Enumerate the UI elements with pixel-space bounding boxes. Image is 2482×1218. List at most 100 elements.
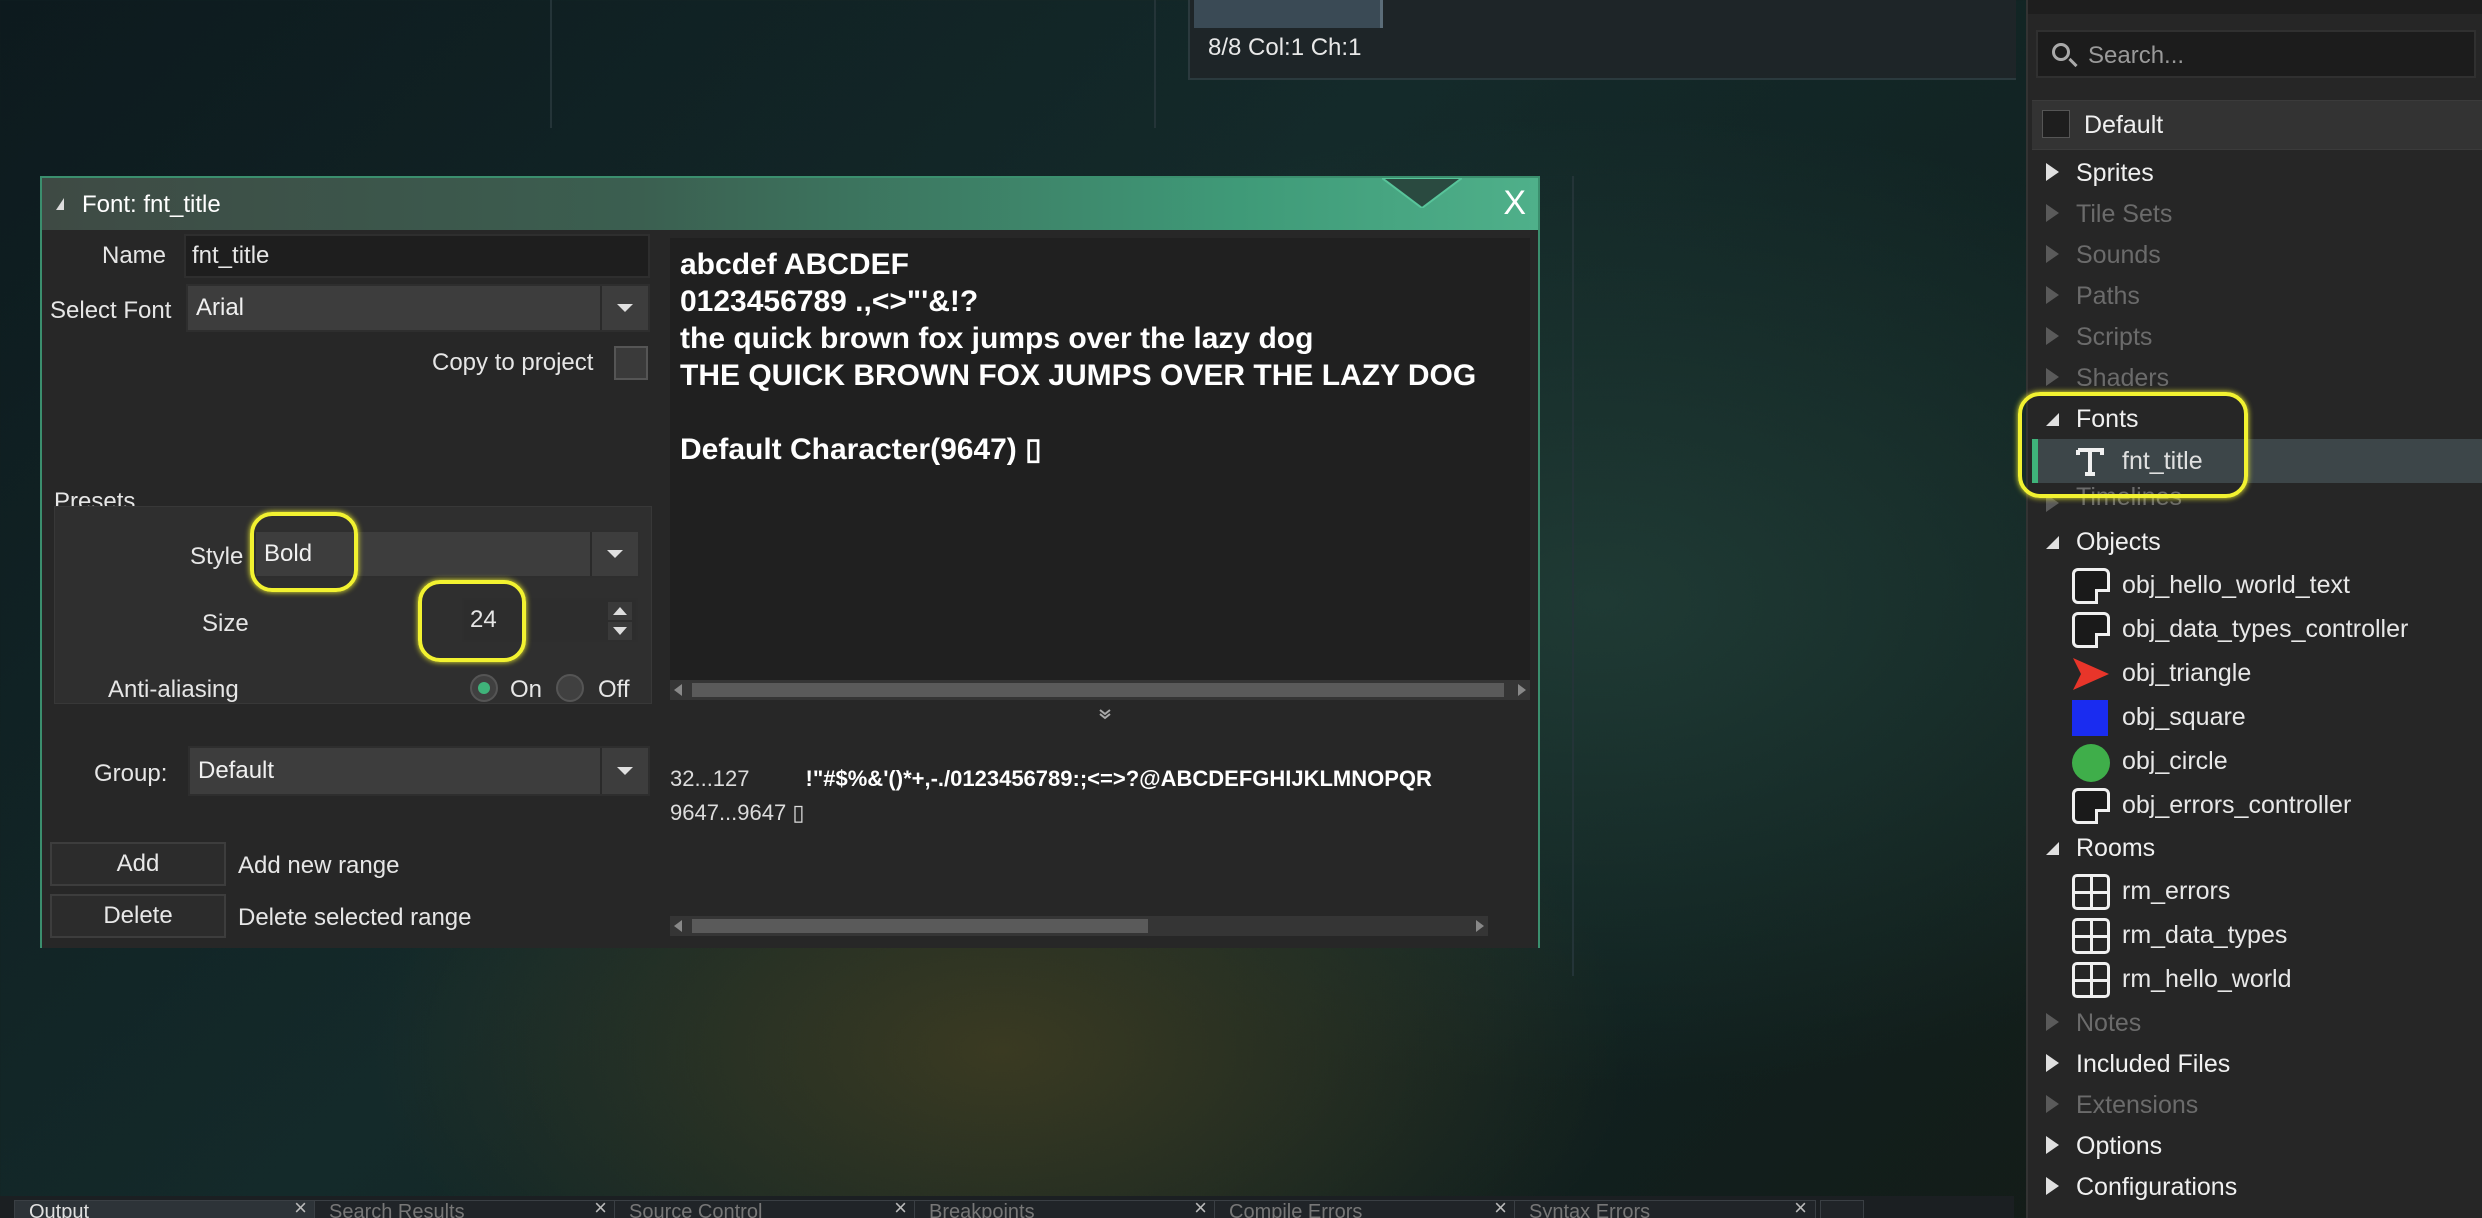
expand-icon[interactable] [2046, 163, 2059, 181]
close-icon[interactable]: × [1494, 1201, 1507, 1218]
add-range-button[interactable]: Add [50, 842, 226, 886]
group-label: Group: [94, 760, 168, 787]
tree-item-object[interactable]: obj_circle [2032, 739, 2482, 783]
scroll-thumb[interactable] [692, 919, 1148, 933]
range-list: 32...127 !"#$%&'()*+,-./0123456789:;<=>?… [670, 762, 1432, 830]
tab-search-results[interactable]: Search Results × [314, 1200, 616, 1218]
antialias-off-label: Off [598, 676, 630, 703]
tree-item-object[interactable]: obj_data_types_controller [2032, 607, 2482, 651]
config-selector[interactable]: Default [2032, 100, 2482, 150]
select-font-label: Select Font [50, 297, 172, 324]
tab-breakpoints[interactable]: Breakpoints × [914, 1200, 1216, 1218]
range-row[interactable]: 32...127 !"#$%&'()*+,-./0123456789:;<=>?… [670, 762, 1432, 796]
tab-label: Breakpoints [929, 1201, 1035, 1218]
tree-group-objects[interactable]: Objects [2032, 521, 2482, 561]
delete-range-button[interactable]: Delete [50, 894, 226, 938]
preview-line: the quick brown fox jumps over the lazy … [680, 322, 1314, 355]
scroll-thumb[interactable] [692, 683, 1504, 697]
tree-item-room[interactable]: rm_data_types [2032, 913, 2482, 957]
tab-label: Syntax Errors [1529, 1201, 1651, 1218]
tree-group-scripts[interactable]: Scripts [2032, 316, 2482, 356]
collapse-icon[interactable] [2046, 536, 2059, 549]
editor-scrollbar[interactable] [1194, 0, 1383, 28]
group-label: Included Files [2076, 1050, 2231, 1078]
chevron-down-icon[interactable] [600, 286, 648, 330]
close-icon[interactable]: × [294, 1201, 307, 1218]
expand-icon[interactable] [2046, 1095, 2059, 1113]
item-label: rm_data_types [2122, 921, 2288, 949]
tree-group-tile-sets[interactable]: Tile Sets [2032, 193, 2482, 233]
antialias-on-label: On [510, 676, 543, 703]
antialias-off-radio[interactable] [556, 674, 584, 702]
font-select[interactable]: Arial [186, 284, 650, 332]
antialias-on-radio[interactable] [470, 674, 498, 702]
chevron-down-icon[interactable] [600, 748, 648, 794]
group-select[interactable]: Default [188, 746, 650, 796]
tree-group-configurations[interactable]: Configurations [2032, 1166, 2482, 1206]
expand-icon[interactable] [2046, 245, 2059, 263]
tree-group-extensions[interactable]: Extensions [2032, 1084, 2482, 1124]
tree-item-object[interactable]: obj_triangle [2032, 651, 2482, 695]
collapse-icon[interactable] [2046, 842, 2059, 855]
group-label: Paths [2076, 282, 2140, 310]
tree-group-options[interactable]: Options [2032, 1125, 2482, 1165]
range-row[interactable]: 9647...9647 ▯ [670, 796, 1432, 830]
size-stepper[interactable] [608, 602, 632, 640]
window-titlebar[interactable]: Font: fnt_title X [42, 178, 1538, 230]
close-icon[interactable]: × [1794, 1201, 1807, 1218]
range-chars: !"#$%&'()*+,-./0123456789:;<=>?@ABCDEFGH… [805, 766, 1432, 791]
tree-item-room[interactable]: rm_errors [2032, 869, 2482, 913]
close-icon[interactable]: X [1503, 186, 1526, 220]
scroll-left-icon[interactable] [674, 920, 682, 932]
expand-icon[interactable] [2046, 1054, 2059, 1072]
tab-syntax-errors[interactable]: Syntax Errors × [1514, 1200, 1816, 1218]
ranges-scrollbar[interactable] [670, 916, 1488, 936]
close-icon[interactable]: × [894, 1201, 907, 1218]
scroll-right-icon[interactable] [1518, 684, 1526, 696]
expand-icon[interactable] [2046, 1013, 2059, 1031]
font-editor-window: Font: fnt_title X Name fnt_title Select … [40, 176, 1540, 948]
antialiasing-label: Anti-aliasing [108, 676, 239, 703]
tree-group-shaders[interactable]: Shaders [2032, 357, 2482, 397]
tab-source-control[interactable]: Source Control × [614, 1200, 916, 1218]
group-label: Tile Sets [2076, 200, 2173, 228]
name-field[interactable]: fnt_title [184, 234, 650, 278]
tree-group-paths[interactable]: Paths [2032, 275, 2482, 315]
scroll-left-icon[interactable] [674, 684, 682, 696]
expand-icon[interactable] [2046, 286, 2059, 304]
expand-icon[interactable] [2046, 1177, 2059, 1195]
size-label: Size [202, 610, 249, 637]
expand-icon[interactable] [2046, 368, 2059, 386]
tree-item-object[interactable]: obj_errors_controller [2032, 783, 2482, 827]
tree-group-rooms[interactable]: Rooms [2032, 827, 2482, 867]
tree-item-room[interactable]: rm_hello_world [2032, 957, 2482, 1001]
tree-group-notes[interactable]: Notes [2032, 1002, 2482, 1042]
window-title: Font: fnt_title [82, 191, 221, 218]
preview-scrollbar[interactable] [670, 680, 1530, 700]
code-editor-panel: 8/8 Col:1 Ch:1 [1188, 0, 2016, 80]
chevron-down-icon[interactable] [590, 532, 638, 576]
expand-icon[interactable] [2046, 327, 2059, 345]
tab-overflow[interactable] [1820, 1200, 1864, 1218]
tree-group-sounds[interactable]: Sounds [2032, 234, 2482, 274]
scroll-right-icon[interactable] [1476, 920, 1484, 932]
tree-group-included-files[interactable]: Included Files [2032, 1043, 2482, 1083]
group-label: Configurations [2076, 1173, 2238, 1201]
window-notch [1382, 178, 1462, 208]
splitter-icon[interactable] [1098, 708, 1112, 720]
tab-compile-errors[interactable]: Compile Errors × [1214, 1200, 1516, 1218]
tree-item-object[interactable]: obj_square [2032, 695, 2482, 739]
name-label: Name [102, 242, 167, 269]
tree-group-sprites[interactable]: Sprites [2032, 152, 2482, 192]
close-icon[interactable]: × [1194, 1201, 1207, 1218]
expand-icon[interactable] [2046, 1136, 2059, 1154]
close-icon[interactable]: × [594, 1201, 607, 1218]
tree-item-object[interactable]: obj_hello_world_text [2032, 563, 2482, 607]
copy-to-project-label: Copy to project [432, 349, 594, 376]
expand-icon[interactable] [2046, 204, 2059, 222]
group-label: Sounds [2076, 241, 2161, 269]
search-input[interactable]: Search... [2036, 30, 2476, 78]
tab-output[interactable]: Output × [14, 1200, 316, 1218]
copy-to-project-checkbox[interactable] [614, 346, 648, 380]
collapse-icon[interactable] [56, 198, 64, 210]
